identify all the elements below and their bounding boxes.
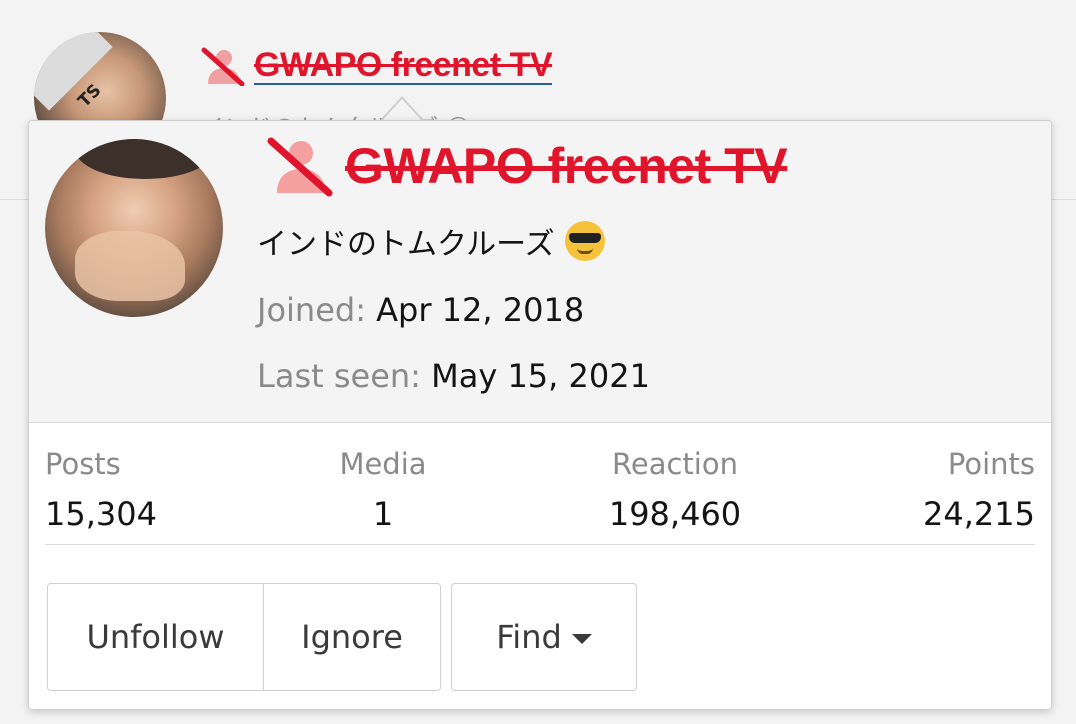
unfollow-button[interactable]: Unfollow bbox=[48, 584, 264, 690]
stat-media[interactable]: Media 1 bbox=[335, 447, 431, 533]
member-stats: Posts 15,304 Media 1 Reaction 198,460 Po… bbox=[45, 447, 1035, 545]
stat-posts-label: Posts bbox=[45, 447, 121, 481]
stat-reaction-value: 198,460 bbox=[608, 495, 742, 533]
ignore-button[interactable]: Ignore bbox=[264, 584, 440, 690]
post-username-label[interactable]: GWAPO freenet TV bbox=[254, 47, 553, 85]
post-username[interactable]: GWAPO freenet TV bbox=[200, 46, 553, 86]
stat-reaction: Reaction 198,460 bbox=[605, 447, 745, 533]
member-last-seen: Last seen: May 15, 2021 bbox=[257, 357, 650, 395]
banned-user-icon bbox=[267, 137, 333, 197]
banned-user-icon bbox=[201, 47, 245, 86]
joined-value: Apr 12, 2018 bbox=[376, 291, 585, 329]
member-tooltip-header: GWAPO freenet TV インドのトムクルーズ Joined: Apr … bbox=[29, 121, 1051, 423]
member-joined: Joined: Apr 12, 2018 bbox=[257, 291, 584, 329]
last-seen-value: May 15, 2021 bbox=[431, 357, 650, 395]
page: TS GWAPO freenet TV インドのトムクルーズ 😎 bbox=[0, 0, 1076, 724]
stat-media-value[interactable]: 1 bbox=[335, 495, 431, 533]
member-name[interactable]: GWAPO freenet TV bbox=[265, 135, 788, 197]
stat-posts-value[interactable]: 15,304 bbox=[45, 495, 157, 533]
avatar-hair bbox=[75, 139, 215, 179]
avatar-hand bbox=[75, 231, 185, 301]
follow-ignore-button-group: Unfollow Ignore bbox=[47, 583, 441, 691]
stat-posts[interactable]: Posts 15,304 bbox=[45, 447, 157, 533]
stat-reaction-label: Reaction bbox=[612, 447, 738, 481]
member-avatar[interactable] bbox=[45, 139, 223, 317]
stat-media-label: Media bbox=[339, 447, 427, 481]
member-tooltip: GWAPO freenet TV インドのトムクルーズ Joined: Apr … bbox=[28, 120, 1052, 710]
member-user-title: インドのトムクルーズ bbox=[257, 219, 605, 263]
caret-down-icon bbox=[571, 634, 592, 644]
find-button-label: Find bbox=[496, 618, 562, 656]
sunglasses-emoji-icon bbox=[564, 221, 605, 261]
joined-label: Joined: bbox=[257, 291, 366, 329]
stat-points[interactable]: Points 24,215 bbox=[923, 447, 1035, 533]
member-user-title-text: インドのトムクルーズ bbox=[257, 227, 555, 262]
tooltip-arrow-inner bbox=[382, 99, 422, 121]
stat-points-label: Points bbox=[947, 447, 1035, 481]
find-dropdown-button[interactable]: Find bbox=[451, 583, 637, 691]
thread-starter-badge-label: TS bbox=[74, 80, 106, 112]
last-seen-label: Last seen: bbox=[257, 357, 421, 395]
stat-points-value[interactable]: 24,215 bbox=[923, 495, 1035, 533]
member-name-label[interactable]: GWAPO freenet TV bbox=[345, 136, 788, 196]
